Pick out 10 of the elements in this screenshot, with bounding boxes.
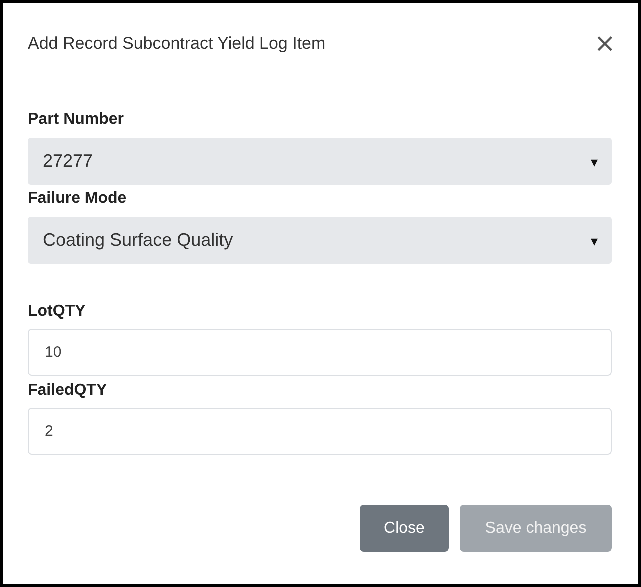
field-label: Part Number <box>28 111 126 129</box>
dialog-title: Add Record Subcontract Yield Log Item <box>28 34 326 54</box>
field-label: Failure Mode <box>28 190 128 208</box>
input-field[interactable]: 2 <box>28 408 612 455</box>
dropdown[interactable]: Coating Surface Quality ▾ <box>28 217 612 264</box>
field-label: FailedQTY <box>28 382 108 400</box>
field-label: LotQTY <box>28 303 87 321</box>
input-field[interactable]: 10 <box>28 329 612 376</box>
dropdown[interactable]: 27277 ▾ <box>28 138 612 185</box>
close-button[interactable]: Close <box>360 505 449 552</box>
